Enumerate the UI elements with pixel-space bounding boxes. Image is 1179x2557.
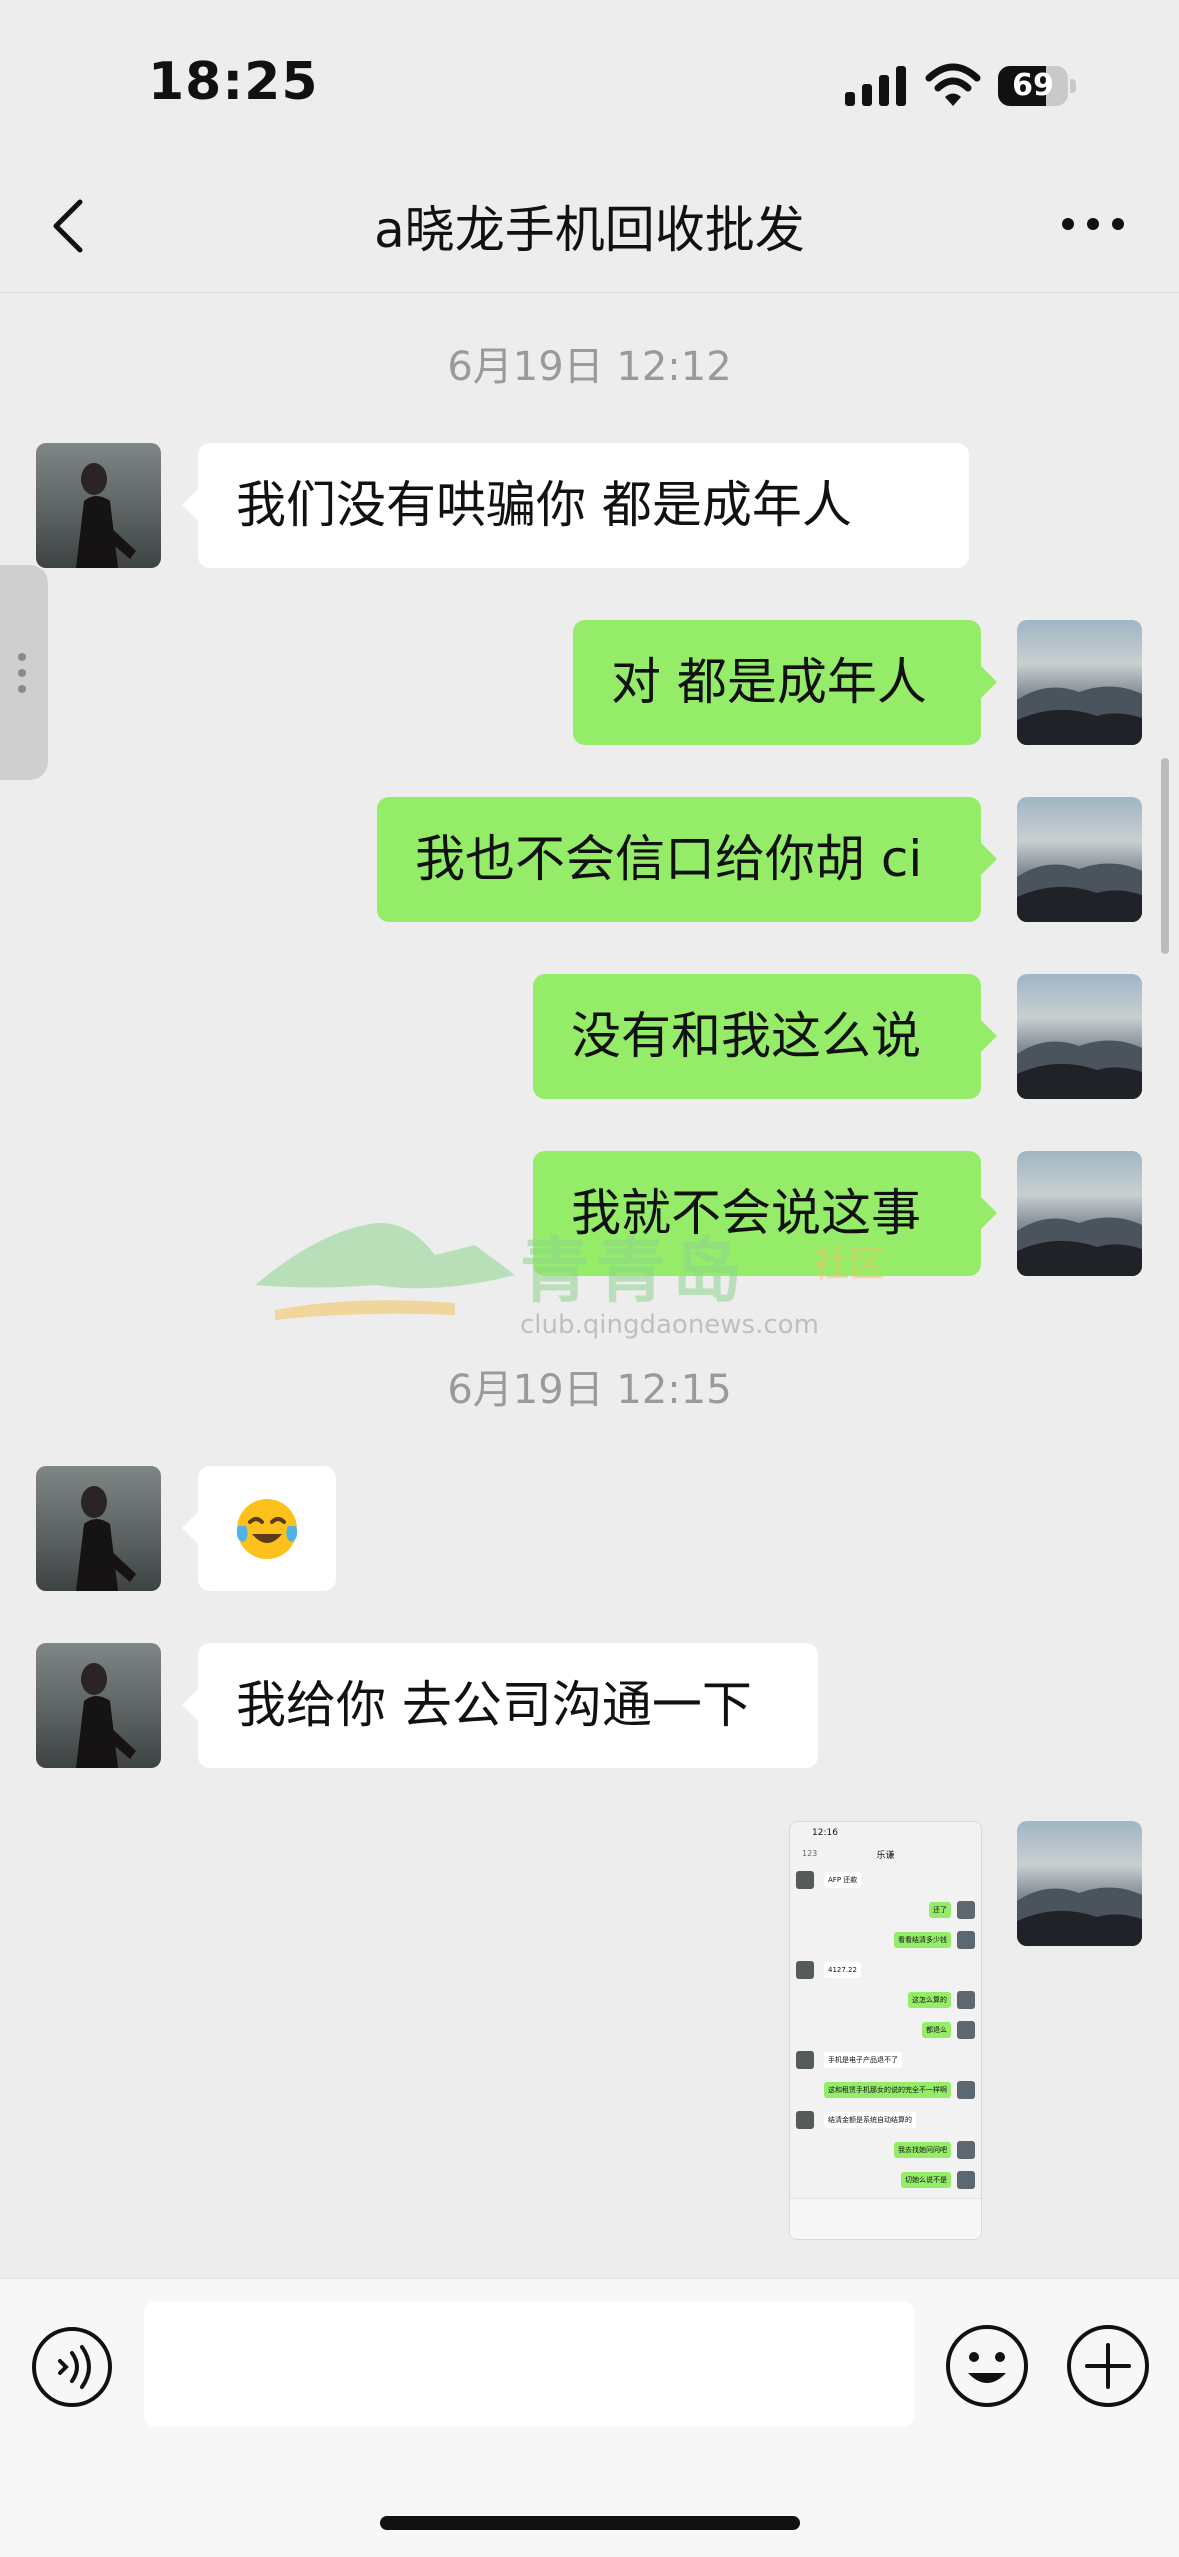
message-bubble[interactable]: 我给你 去公司沟通一下 xyxy=(182,1643,818,1768)
crying-laughing-emoji-icon xyxy=(236,1499,298,1559)
status-bar: 18:25 69 xyxy=(0,0,1179,160)
watermark-text: 青青岛 xyxy=(520,1230,748,1312)
avatar[interactable] xyxy=(1017,797,1142,922)
avatar[interactable] xyxy=(36,1466,161,1591)
avatar[interactable] xyxy=(36,443,161,568)
home-indicator[interactable] xyxy=(380,2516,800,2530)
thumb-message: 我去找她问问吧 xyxy=(894,2142,951,2158)
thumb-avatar xyxy=(796,2051,814,2069)
thumb-avatar xyxy=(957,1931,975,1949)
timestamp: 6月19日 12:15 xyxy=(447,1367,732,1413)
thumb-message: 这和租赁手机那女的说的完全不一样啊 xyxy=(824,2082,951,2098)
timestamp: 6月19日 12:12 xyxy=(447,344,732,390)
avatar[interactable] xyxy=(1017,1821,1142,1946)
watermark: 青青岛 社区 club.qingdaonews.com xyxy=(255,1215,915,1345)
thumb-avatar xyxy=(957,2081,975,2099)
thumb-message: AFP 还款 xyxy=(824,1872,862,1888)
more-icon[interactable] xyxy=(1058,204,1128,244)
watermark-logo-icon xyxy=(255,1223,515,1320)
chat-title: a晓龙手机回收批发 xyxy=(374,201,805,259)
thumb-avatar xyxy=(957,1901,975,1919)
chat-header: a晓龙手机回收批发 xyxy=(0,160,1179,293)
avatar[interactable] xyxy=(1017,974,1142,1099)
thumb-message: 切她么说不是 xyxy=(901,2172,951,2188)
chevron-left-icon[interactable] xyxy=(42,196,102,256)
message-bubble[interactable]: 我们没有哄骗你 都是成年人 xyxy=(182,443,969,568)
thumb-message: 结清金额是系统自动结算的 xyxy=(824,2112,916,2128)
signal-icon xyxy=(845,66,906,106)
thumb-avatar xyxy=(796,1871,814,1889)
message-bubble[interactable]: 我也不会信口给你胡 ci xyxy=(377,797,997,922)
image-message[interactable]: 12:16 123 乐谦 AFP 还款 还了 看看结清多少钱 4127.22 这怎么算的… xyxy=(789,1821,982,2240)
thumb-avatar xyxy=(957,1991,975,2009)
thumb-message: 都退么 xyxy=(922,2022,951,2038)
avatar[interactable] xyxy=(1017,1151,1142,1276)
thumb-message: 手机是电子产品退不了 xyxy=(824,2052,902,2068)
message-bubble[interactable]: 没有和我这么说 xyxy=(533,974,997,1099)
battery-icon: 69 xyxy=(998,66,1076,106)
thumb-avatar xyxy=(796,1961,814,1979)
plus-icon[interactable] xyxy=(1065,2323,1151,2409)
watermark-url: club.qingdaonews.com xyxy=(520,1310,819,1340)
status-time: 18:25 xyxy=(148,52,319,112)
thumb-avatar xyxy=(957,2171,975,2189)
voice-icon[interactable] xyxy=(30,2325,114,2409)
scrollbar[interactable] xyxy=(1161,758,1169,954)
wifi-icon xyxy=(925,63,981,106)
thumb-message: 4127.22 xyxy=(824,1962,861,1978)
message-bubble[interactable]: 对 都是成年人 xyxy=(573,620,997,745)
side-drawer-handle[interactable] xyxy=(0,565,48,780)
thumb-avatar xyxy=(957,2141,975,2159)
message-bubble[interactable] xyxy=(182,1466,336,1591)
thumb-avatar xyxy=(957,2021,975,2039)
avatar[interactable] xyxy=(36,1643,161,1768)
thumb-message: 看看结清多少钱 xyxy=(894,1932,951,1948)
thumb-input-bar xyxy=(790,2198,981,2239)
avatar[interactable] xyxy=(1017,620,1142,745)
thumb-message: 还了 xyxy=(929,1902,951,1918)
battery-level: 69 xyxy=(1012,68,1054,103)
thumb-message: 这怎么算的 xyxy=(908,1992,951,2008)
thumb-avatar xyxy=(796,2111,814,2129)
message-input[interactable] xyxy=(144,2301,915,2427)
emoji-icon[interactable] xyxy=(944,2323,1030,2409)
watermark-sub: 社区 xyxy=(813,1244,886,1285)
thumb-time: 12:16 xyxy=(812,1828,838,1838)
thumb-title: 乐谦 xyxy=(876,1851,895,1861)
